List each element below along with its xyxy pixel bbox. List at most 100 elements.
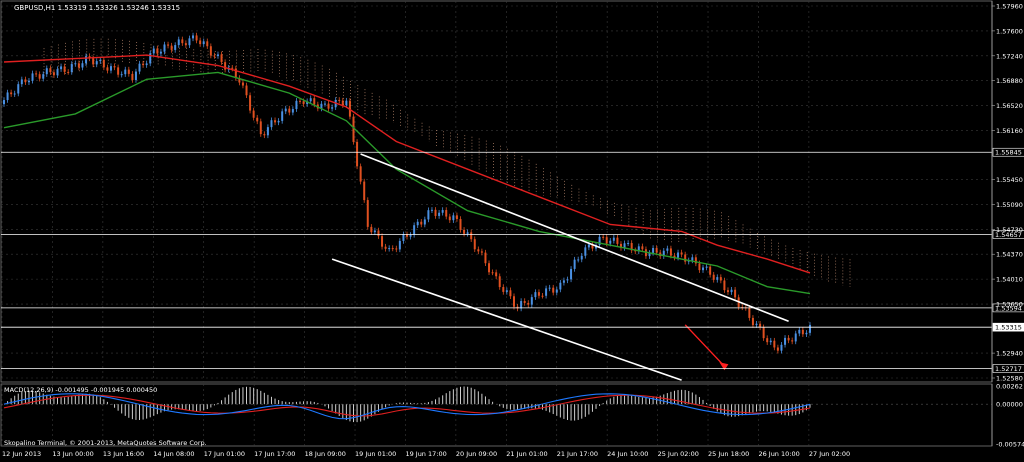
price-candle-body	[74, 63, 77, 65]
chart-window: 1.558451.546571.535941.533151.52717 1.57…	[0, 0, 1024, 458]
price-candle-body	[156, 48, 159, 54]
price-candle-body	[784, 337, 787, 345]
price-candle-body	[441, 210, 444, 213]
price-candle-body	[177, 39, 180, 46]
price-candle-body	[13, 93, 16, 95]
price-candle-body	[102, 59, 105, 68]
price-candle-body	[338, 99, 341, 101]
price-candle-body	[170, 45, 173, 50]
price-candle-body	[277, 120, 280, 123]
price-candle-body	[805, 332, 808, 335]
price-candle-body	[113, 66, 116, 68]
price-candle-body	[766, 338, 769, 343]
price-tick-label: 1.57960	[996, 3, 1023, 11]
price-candle-body	[288, 108, 291, 113]
price-candle-body	[281, 111, 284, 121]
price-candle-body	[52, 72, 55, 76]
price-candle-body	[666, 248, 669, 251]
time-tick-label: 14 Jun 08:00	[153, 450, 194, 458]
price-candle-body	[167, 44, 170, 46]
price-candle-body	[523, 301, 526, 303]
price-candle-body	[10, 92, 13, 95]
macd-tick-label: 0.00262	[996, 383, 1023, 391]
price-tick-label: 1.54730	[996, 226, 1023, 234]
series-line-channel_lower	[331, 258, 682, 381]
price-candle-body	[295, 100, 298, 110]
time-tick-label: 24 Jun 10:00	[607, 450, 648, 458]
price-tick-label: 1.56520	[996, 102, 1023, 110]
price-candle-body	[809, 324, 811, 333]
price-candle-body	[20, 79, 23, 85]
price-tick-label: 1.52940	[996, 350, 1023, 358]
price-candle-body	[445, 210, 448, 217]
price-candle-body	[24, 79, 27, 83]
price-candle-body	[709, 266, 712, 275]
price-candle-body	[45, 68, 48, 75]
price-candle-body	[612, 237, 615, 241]
price-candle-body	[370, 226, 373, 233]
price-candle-body	[184, 43, 187, 46]
macd-lines	[1, 393, 992, 420]
price-candle-body	[534, 292, 537, 298]
price-candle-body	[787, 337, 790, 341]
ichimoku-cloud	[43, 38, 851, 287]
price-candle-body	[473, 239, 476, 250]
price-candle-body	[70, 63, 73, 72]
price-candle-body	[477, 249, 480, 252]
macd-tick-label: -0.00574	[996, 441, 1024, 449]
price-candle-body	[780, 344, 783, 351]
price-candle-body	[213, 55, 216, 57]
price-candle-body	[359, 166, 362, 182]
price-candle-body	[3, 100, 5, 105]
price-candle-body	[249, 95, 252, 111]
time-tick-label: 18 Jun 09:00	[305, 450, 346, 458]
price-candle-body	[391, 248, 394, 250]
price-candle-body	[602, 236, 605, 238]
price-tick-label: 1.52580	[996, 375, 1023, 383]
price-candle-body	[106, 67, 109, 71]
macd-tick-label: 0.00000	[996, 401, 1023, 409]
price-candle-body	[570, 268, 573, 280]
price-candle-body	[466, 232, 469, 234]
price-candle-body	[801, 329, 804, 335]
price-candle-body	[698, 263, 701, 271]
price-candle-body	[702, 267, 705, 271]
time-tick-label: 25 Jun 02:00	[658, 450, 699, 458]
price-candle-body	[109, 66, 112, 71]
price-candle-body	[199, 40, 202, 45]
price-candle-body	[677, 252, 680, 258]
price-candle-body	[627, 243, 630, 245]
price-candle-body	[77, 63, 80, 68]
time-tick-label: 25 Jun 18:00	[708, 450, 749, 458]
price-candle-body	[448, 216, 451, 221]
price-candle-body	[313, 98, 316, 105]
price-candle-body	[402, 234, 405, 241]
time-tick-label: 17 Jun 01:00	[204, 450, 245, 458]
price-candle-body	[562, 280, 565, 283]
indicator-lines	[3, 54, 811, 381]
time-tick-label: 13 Jun 00:00	[52, 450, 93, 458]
price-candle-body	[459, 219, 462, 230]
price-candle-body	[81, 63, 84, 68]
price-candle-body	[302, 101, 305, 105]
price-candle-body	[99, 59, 102, 62]
time-tick-label: 12 Jun 2013	[2, 450, 41, 458]
price-candle-body	[49, 68, 52, 73]
price-candle-body	[63, 66, 66, 72]
price-candle-body	[527, 302, 530, 305]
macd-title: MACD(12,26,9) -0.001495 -0.001945 0.0004…	[4, 386, 157, 394]
price-candle-body	[759, 323, 762, 328]
price-candle-body	[327, 103, 330, 109]
price-candle-body	[181, 39, 184, 44]
price-candle-body	[377, 230, 380, 237]
price-candle-body	[388, 248, 391, 250]
level-price-label: 1.53315	[995, 324, 1022, 332]
price-candle-body	[430, 209, 433, 211]
price-candle-body	[142, 63, 145, 66]
price-candle-body	[427, 210, 430, 220]
time-tick-label: 17 Jun 17:00	[254, 450, 295, 458]
price-candle-body	[480, 251, 483, 253]
price-candle-body	[716, 277, 719, 280]
price-tick-label: 1.57240	[996, 52, 1023, 60]
series-line-ma_slow	[3, 54, 811, 274]
